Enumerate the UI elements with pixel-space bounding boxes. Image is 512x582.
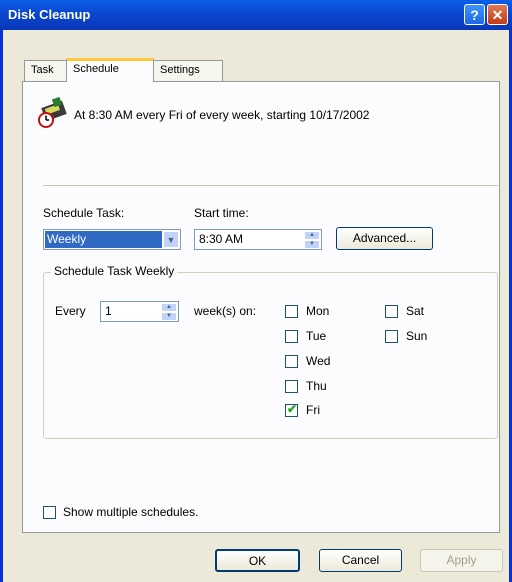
schedule-task-combo[interactable]: Weekly ▼ — [43, 229, 181, 250]
schedule-task-value: Weekly — [45, 231, 162, 248]
scheduled-task-icon — [38, 96, 67, 128]
apply-button[interactable]: Apply — [420, 549, 503, 572]
every-weeks-value: 1 — [105, 304, 112, 318]
weekly-group-box — [43, 272, 498, 439]
fri-checkbox[interactable]: ✔ — [285, 402, 298, 417]
show-multiple-checkbox[interactable] — [43, 506, 56, 519]
schedule-summary: At 8:30 AM every Fri of every week, star… — [74, 108, 370, 122]
sat-checkbox[interactable] — [385, 305, 398, 318]
disk-cleanup-window: Disk Cleanup ? ✕ Task Schedule Settings … — [0, 0, 512, 582]
weekly-group-legend: Schedule Task Weekly — [51, 264, 178, 278]
every-label: Every — [55, 304, 86, 318]
every-weeks-spinner[interactable]: 1 ▲ ▼ — [100, 301, 179, 322]
tab-settings[interactable]: Settings — [153, 60, 223, 81]
close-button[interactable]: ✕ — [487, 4, 508, 25]
spin-down-icon[interactable]: ▼ — [304, 240, 320, 249]
cancel-button[interactable]: Cancel — [319, 549, 402, 572]
window-title: Disk Cleanup — [8, 7, 91, 22]
title-bar[interactable]: Disk Cleanup ? ✕ — [0, 0, 512, 30]
schedule-task-label: Schedule Task: — [43, 206, 125, 220]
fri-label: Fri — [306, 403, 320, 417]
start-time-value: 8:30 AM — [199, 232, 244, 246]
schedule-panel: At 8:30 AM every Fri of every week, star… — [22, 81, 500, 533]
weeks-on-label: week(s) on: — [194, 304, 257, 318]
spin-down-icon[interactable]: ▼ — [161, 312, 177, 321]
tue-label: Tue — [306, 329, 327, 343]
tue-checkbox[interactable] — [285, 330, 298, 343]
wed-checkbox[interactable] — [285, 355, 298, 368]
spin-up-icon[interactable]: ▲ — [304, 231, 320, 240]
separator — [43, 185, 498, 187]
ok-button[interactable]: OK — [215, 549, 300, 572]
tab-schedule[interactable]: Schedule — [66, 58, 154, 82]
spin-up-icon[interactable]: ▲ — [161, 303, 177, 312]
start-time-label: Start time: — [194, 206, 249, 220]
sun-label: Sun — [406, 329, 428, 343]
help-button[interactable]: ? — [464, 4, 485, 25]
dropdown-arrow-icon[interactable]: ▼ — [163, 231, 179, 248]
question-icon: ? — [470, 7, 479, 23]
tab-task[interactable]: Task — [24, 60, 68, 81]
wed-label: Wed — [306, 354, 331, 368]
show-multiple-label: Show multiple schedules. — [63, 505, 199, 519]
sun-checkbox[interactable] — [385, 330, 398, 343]
sat-label: Sat — [406, 304, 425, 318]
thu-checkbox[interactable] — [285, 380, 298, 393]
close-icon: ✕ — [491, 7, 504, 23]
checkmark-icon: ✔ — [287, 402, 298, 416]
mon-label: Mon — [306, 304, 330, 318]
mon-checkbox[interactable] — [285, 305, 298, 318]
thu-label: Thu — [306, 379, 327, 393]
advanced-button[interactable]: Advanced... — [336, 227, 433, 250]
start-time-spinner[interactable]: 8:30 AM ▲ ▼ — [194, 229, 322, 250]
